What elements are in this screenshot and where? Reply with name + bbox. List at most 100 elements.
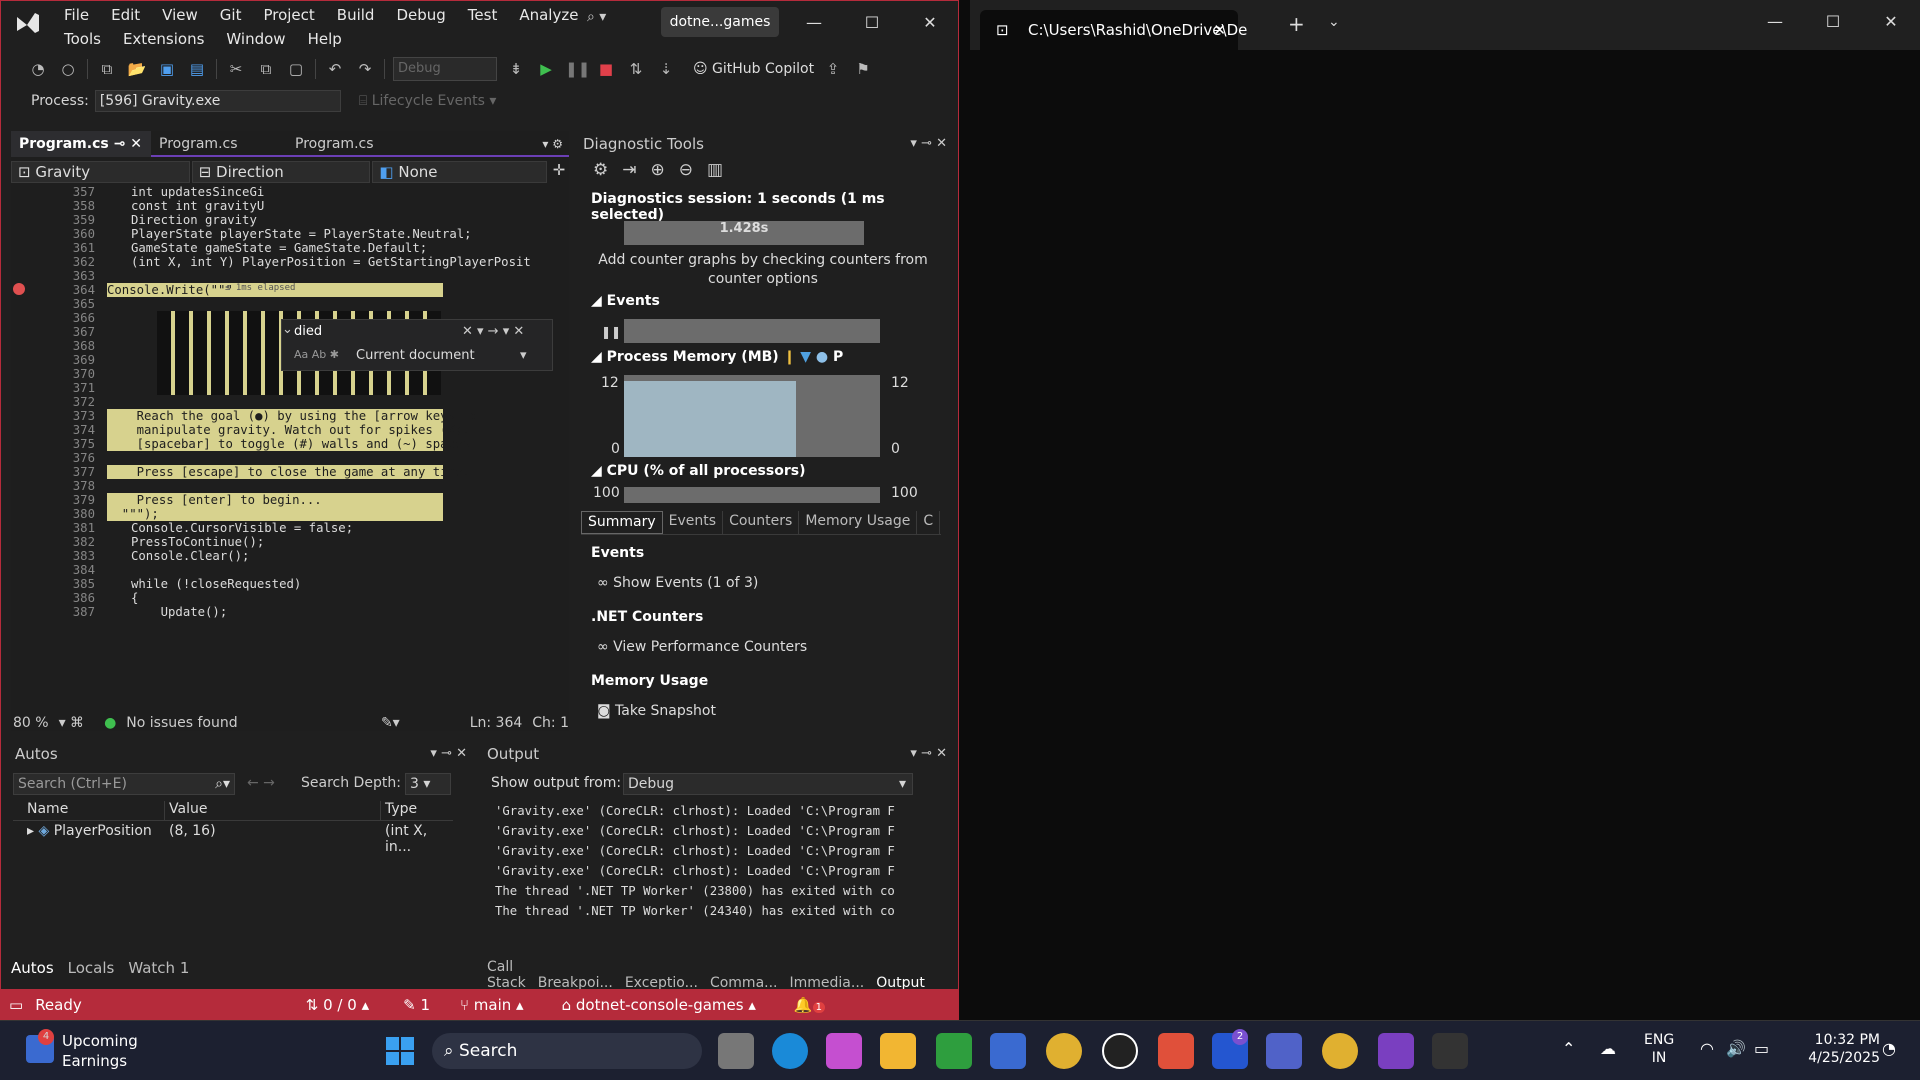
minimize-button[interactable]: — — [1746, 0, 1804, 44]
new-project-icon[interactable]: ⧉ — [96, 60, 118, 78]
file-explorer-icon[interactable] — [880, 1033, 916, 1069]
feedback-icon[interactable]: ⚑ — [852, 60, 874, 78]
volume-icon[interactable]: 🔊 — [1726, 1039, 1746, 1058]
tab-overflow-icon[interactable]: ▾ ⚙ — [542, 131, 569, 155]
find-input[interactable]: died — [294, 324, 454, 344]
task-view-icon[interactable] — [718, 1033, 754, 1069]
menu-debug[interactable]: Debug — [385, 3, 456, 27]
repo-selector[interactable]: ⌂ dotnet-console-games ▴ — [562, 996, 756, 1014]
expand-icon[interactable]: ▸ — [27, 823, 38, 839]
diag-tab[interactable]: Events — [663, 511, 724, 534]
panel-controls-icon[interactable]: ▾ ⊸ ✕ — [910, 133, 947, 155]
dropdown-icon[interactable]: ⌄ — [1328, 14, 1340, 30]
github-icon[interactable] — [1102, 1033, 1138, 1069]
code-line[interactable]: [spacebar] to toggle (#) walls and (~) s… — [107, 437, 477, 451]
close-button[interactable]: ✕ — [901, 1, 958, 45]
menu-help[interactable]: Help — [297, 27, 353, 51]
code-line[interactable]: PressToContinue(); — [131, 535, 264, 549]
issues-label[interactable]: No issues found — [126, 715, 237, 731]
cut-icon[interactable]: ✂ — [225, 60, 247, 78]
diag-tab[interactable]: Counters — [723, 511, 800, 534]
step-icon[interactable]: ⇟ — [505, 60, 527, 78]
lifecycle-events-dropdown[interactable]: ⌸ Lifecycle Events ▾ — [359, 93, 497, 109]
step-into-icon[interactable]: ⇣ — [655, 60, 677, 78]
code-line[interactable]: (int X, int Y) PlayerPosition = GetStart… — [131, 255, 531, 269]
table-row[interactable]: ▸ ◈ PlayerPosition (8, 16) (int X, in... — [13, 823, 453, 855]
export-icon[interactable]: ⇥ — [622, 160, 636, 180]
solution-name[interactable]: dotne...games — [661, 7, 779, 37]
forward-icon[interactable]: ○ — [57, 60, 79, 78]
diag-tab[interactable]: Memory Usage — [799, 511, 918, 534]
pause-icon[interactable]: ❚❚ — [601, 325, 621, 339]
tray-overflow-icon[interactable]: ⌃ — [1562, 1039, 1575, 1058]
maximize-button[interactable]: ☐ — [843, 1, 901, 45]
paste-icon[interactable]: ▢ — [285, 60, 307, 78]
stop-icon[interactable]: ■ — [595, 60, 617, 78]
code-line[interactable]: PlayerState playerState = PlayerState.Ne… — [131, 227, 472, 241]
diag-tab[interactable]: Summary — [581, 511, 663, 534]
undo-icon[interactable]: ↶ — [324, 60, 346, 78]
menu-build[interactable]: Build — [326, 3, 386, 27]
redo-icon[interactable]: ↷ — [354, 60, 376, 78]
show-events-link[interactable]: ∞ Show Events (1 of 3) — [597, 575, 758, 591]
chrome-profile-icon[interactable] — [1322, 1033, 1358, 1069]
code-line[interactable]: manipulate gravity. Watch out for spikes… — [107, 423, 470, 437]
search-icon[interactable]: ⌕▾ — [215, 774, 234, 794]
panel-controls-icon[interactable]: ▾ ⊸ ✕ — [430, 743, 467, 765]
chart-icon[interactable]: ▥ — [707, 160, 723, 180]
menu-view[interactable]: View — [151, 3, 209, 27]
teams-icon[interactable] — [1266, 1033, 1302, 1069]
share-icon[interactable]: ⇪ — [822, 60, 844, 78]
close-tab-icon[interactable]: ✕ — [1213, 10, 1226, 50]
code-line[interactable]: Direction gravity — [131, 213, 264, 227]
match-word-icon[interactable]: Ab — [312, 348, 327, 361]
copy-icon[interactable]: ⧉ — [255, 60, 277, 78]
cpu-heading[interactable]: ◢ CPU (% of all processors) — [579, 463, 805, 479]
tab-locals[interactable]: Locals — [68, 959, 115, 977]
store-icon[interactable] — [990, 1033, 1026, 1069]
save-icon[interactable]: ▣ — [156, 60, 178, 78]
code-line[interactable]: int updatesSinceGi — [131, 185, 264, 199]
notifications-icon[interactable]: ◔ — [1882, 1039, 1896, 1058]
zoom-chevron-icon[interactable]: ▾ ⌘ — [59, 715, 84, 731]
copilot-app-icon[interactable] — [826, 1033, 862, 1069]
code-line[interactable]: while (!closeRequested) — [131, 577, 301, 591]
find-scope-dropdown[interactable]: Current document — [356, 348, 475, 363]
menu-file[interactable]: File — [53, 3, 100, 27]
events-track[interactable] — [624, 319, 880, 343]
nav-arrows-icon[interactable]: ← → — [247, 775, 275, 791]
class-dropdown[interactable]: ⊡ Gravity — [11, 161, 190, 183]
code-line[interactable]: """); — [107, 507, 443, 521]
pin-icon[interactable]: ⊸ — [114, 136, 126, 152]
open-folder-icon[interactable]: 📂 — [126, 60, 148, 78]
split-icon[interactable]: ✛ — [549, 161, 569, 183]
tab-program-cs-3[interactable]: Program.cs — [287, 131, 423, 157]
menu-git[interactable]: Git — [209, 3, 253, 27]
changes-indicator[interactable]: ⇅ 0 / 0 ▴ — [306, 996, 369, 1014]
menu-test[interactable]: Test — [457, 3, 509, 27]
member-dropdown[interactable]: ⊟ Direction — [191, 161, 371, 183]
menu-extensions[interactable]: Extensions — [112, 27, 215, 51]
view-perf-link[interactable]: ∞ View Performance Counters — [597, 639, 807, 655]
expand-replace-icon[interactable]: ⌄ — [282, 320, 293, 370]
scope-chevron-icon[interactable]: ▾ — [520, 348, 527, 363]
taskbar-search[interactable]: ⌕ Search — [432, 1033, 702, 1069]
code-area[interactable]: 357 int updatesSinceGi 358 const int gravit… — [11, 185, 569, 709]
output-text[interactable]: 'Gravity.exe' (CoreCLR: clrhost): Loaded… — [495, 801, 925, 921]
menu-window[interactable]: Window — [215, 27, 296, 51]
menu-project[interactable]: Project — [252, 3, 325, 27]
visual-studio-taskbar-icon[interactable] — [1378, 1033, 1414, 1069]
menu-edit[interactable]: Edit — [100, 3, 151, 27]
row-value[interactable]: (8, 16) — [165, 823, 381, 843]
code-line[interactable]: Reach the goal (●) by using the [arrow k… — [107, 409, 477, 423]
save-all-icon[interactable]: ▤ — [186, 60, 208, 78]
code-line[interactable]: Press [escape] to close the game at any … — [107, 465, 470, 479]
wifi-icon[interactable]: ◠ — [1700, 1039, 1714, 1058]
start-icon[interactable] — [386, 1037, 414, 1065]
col-name[interactable]: Name — [13, 801, 165, 820]
onedrive-icon[interactable]: ☁ — [1600, 1039, 1616, 1058]
code-line[interactable]: Press [enter] to begin... — [107, 493, 443, 507]
tab-autos[interactable]: Autos — [11, 959, 54, 977]
menu-tools[interactable]: Tools — [53, 27, 112, 51]
process-dropdown[interactable]: [596] Gravity.exe — [94, 90, 341, 112]
